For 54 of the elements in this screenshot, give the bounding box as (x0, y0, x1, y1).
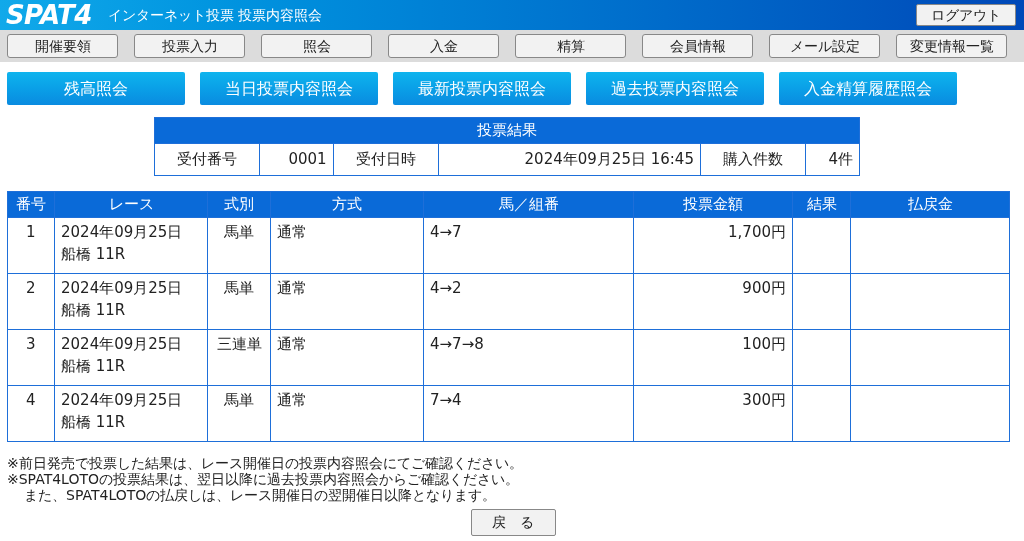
table-cell: 通常 (270, 385, 424, 442)
note-text: ※SPAT4LOTOの投票結果は、翌日以降に過去投票内容照会からご確認ください。 (7, 471, 519, 487)
table-cell: 4→2 (423, 273, 634, 330)
column-header: 払戻金 (850, 191, 1010, 218)
table-cell: 4→7→8 (423, 329, 634, 386)
column-header: 投票金額 (633, 191, 793, 218)
summary-label: 受付日時 (333, 143, 439, 176)
table-cell: 通常 (270, 329, 424, 386)
table-cell: 2 (7, 273, 55, 330)
nav-button[interactable]: 変更情報一覧 (896, 34, 1007, 58)
nav-button[interactable]: 入金 (388, 34, 499, 58)
column-header: 番号 (7, 191, 55, 218)
table-cell: 通常 (270, 217, 424, 274)
nav-button[interactable]: メール設定 (769, 34, 880, 58)
table-cell: 2024年09月25日 船橋 11R (54, 329, 208, 386)
table-cell: 4 (7, 385, 55, 442)
column-header: 方式 (270, 191, 424, 218)
column-header: 馬／組番 (423, 191, 634, 218)
table-cell: 300円 (633, 385, 793, 442)
summary-title: 投票結果 (154, 117, 860, 144)
table-cell: 1,700円 (633, 217, 793, 274)
table-cell: 1 (7, 217, 55, 274)
nav-button[interactable]: 投票入力 (134, 34, 245, 58)
back-button[interactable]: 戻 る (470, 509, 556, 536)
table-cell: 100円 (633, 329, 793, 386)
summary-label: 購入件数 (700, 143, 806, 176)
table-cell: 馬単 (207, 385, 271, 442)
summary-value: 0001 (259, 143, 334, 176)
page-title: インターネット投票 投票内容照会 (107, 5, 323, 25)
table-cell: 900円 (633, 273, 793, 330)
table-cell: 7→4 (423, 385, 634, 442)
table-cell: 馬単 (207, 273, 271, 330)
nav-button[interactable]: 照会 (261, 34, 372, 58)
note-text: ※前日発売で投票した結果は、レース開催日の投票内容照会にてご確認ください。 (7, 455, 523, 471)
note-text: また、SPAT4LOTOの払戻しは、レース開催日の翌開催日以降となります。 (23, 487, 497, 503)
summary-value: 4件 (805, 143, 860, 176)
table-cell: 馬単 (207, 217, 271, 274)
summary-label: 受付番号 (154, 143, 260, 176)
table-cell: 2024年09月25日 船橋 11R (54, 217, 208, 274)
nav-button[interactable]: 精算 (515, 34, 626, 58)
table-cell: 4→7 (423, 217, 634, 274)
table-cell: 2024年09月25日 船橋 11R (54, 385, 208, 442)
logo: SPAT4 (6, 2, 92, 28)
table-cell: 三連単 (207, 329, 271, 386)
table-cell: 2024年09月25日 船橋 11R (54, 273, 208, 330)
logout-button[interactable]: ログアウト (916, 4, 1016, 26)
nav-button[interactable]: 会員情報 (642, 34, 753, 58)
table-cell: 通常 (270, 273, 424, 330)
nav-button[interactable]: 開催要領 (7, 34, 118, 58)
summary-value: 2024年09月25日 16:45 (438, 143, 701, 176)
table-cell: 3 (7, 329, 55, 386)
column-header: 式別 (207, 191, 271, 218)
column-header: レース (54, 191, 208, 218)
column-header: 結果 (792, 191, 851, 218)
